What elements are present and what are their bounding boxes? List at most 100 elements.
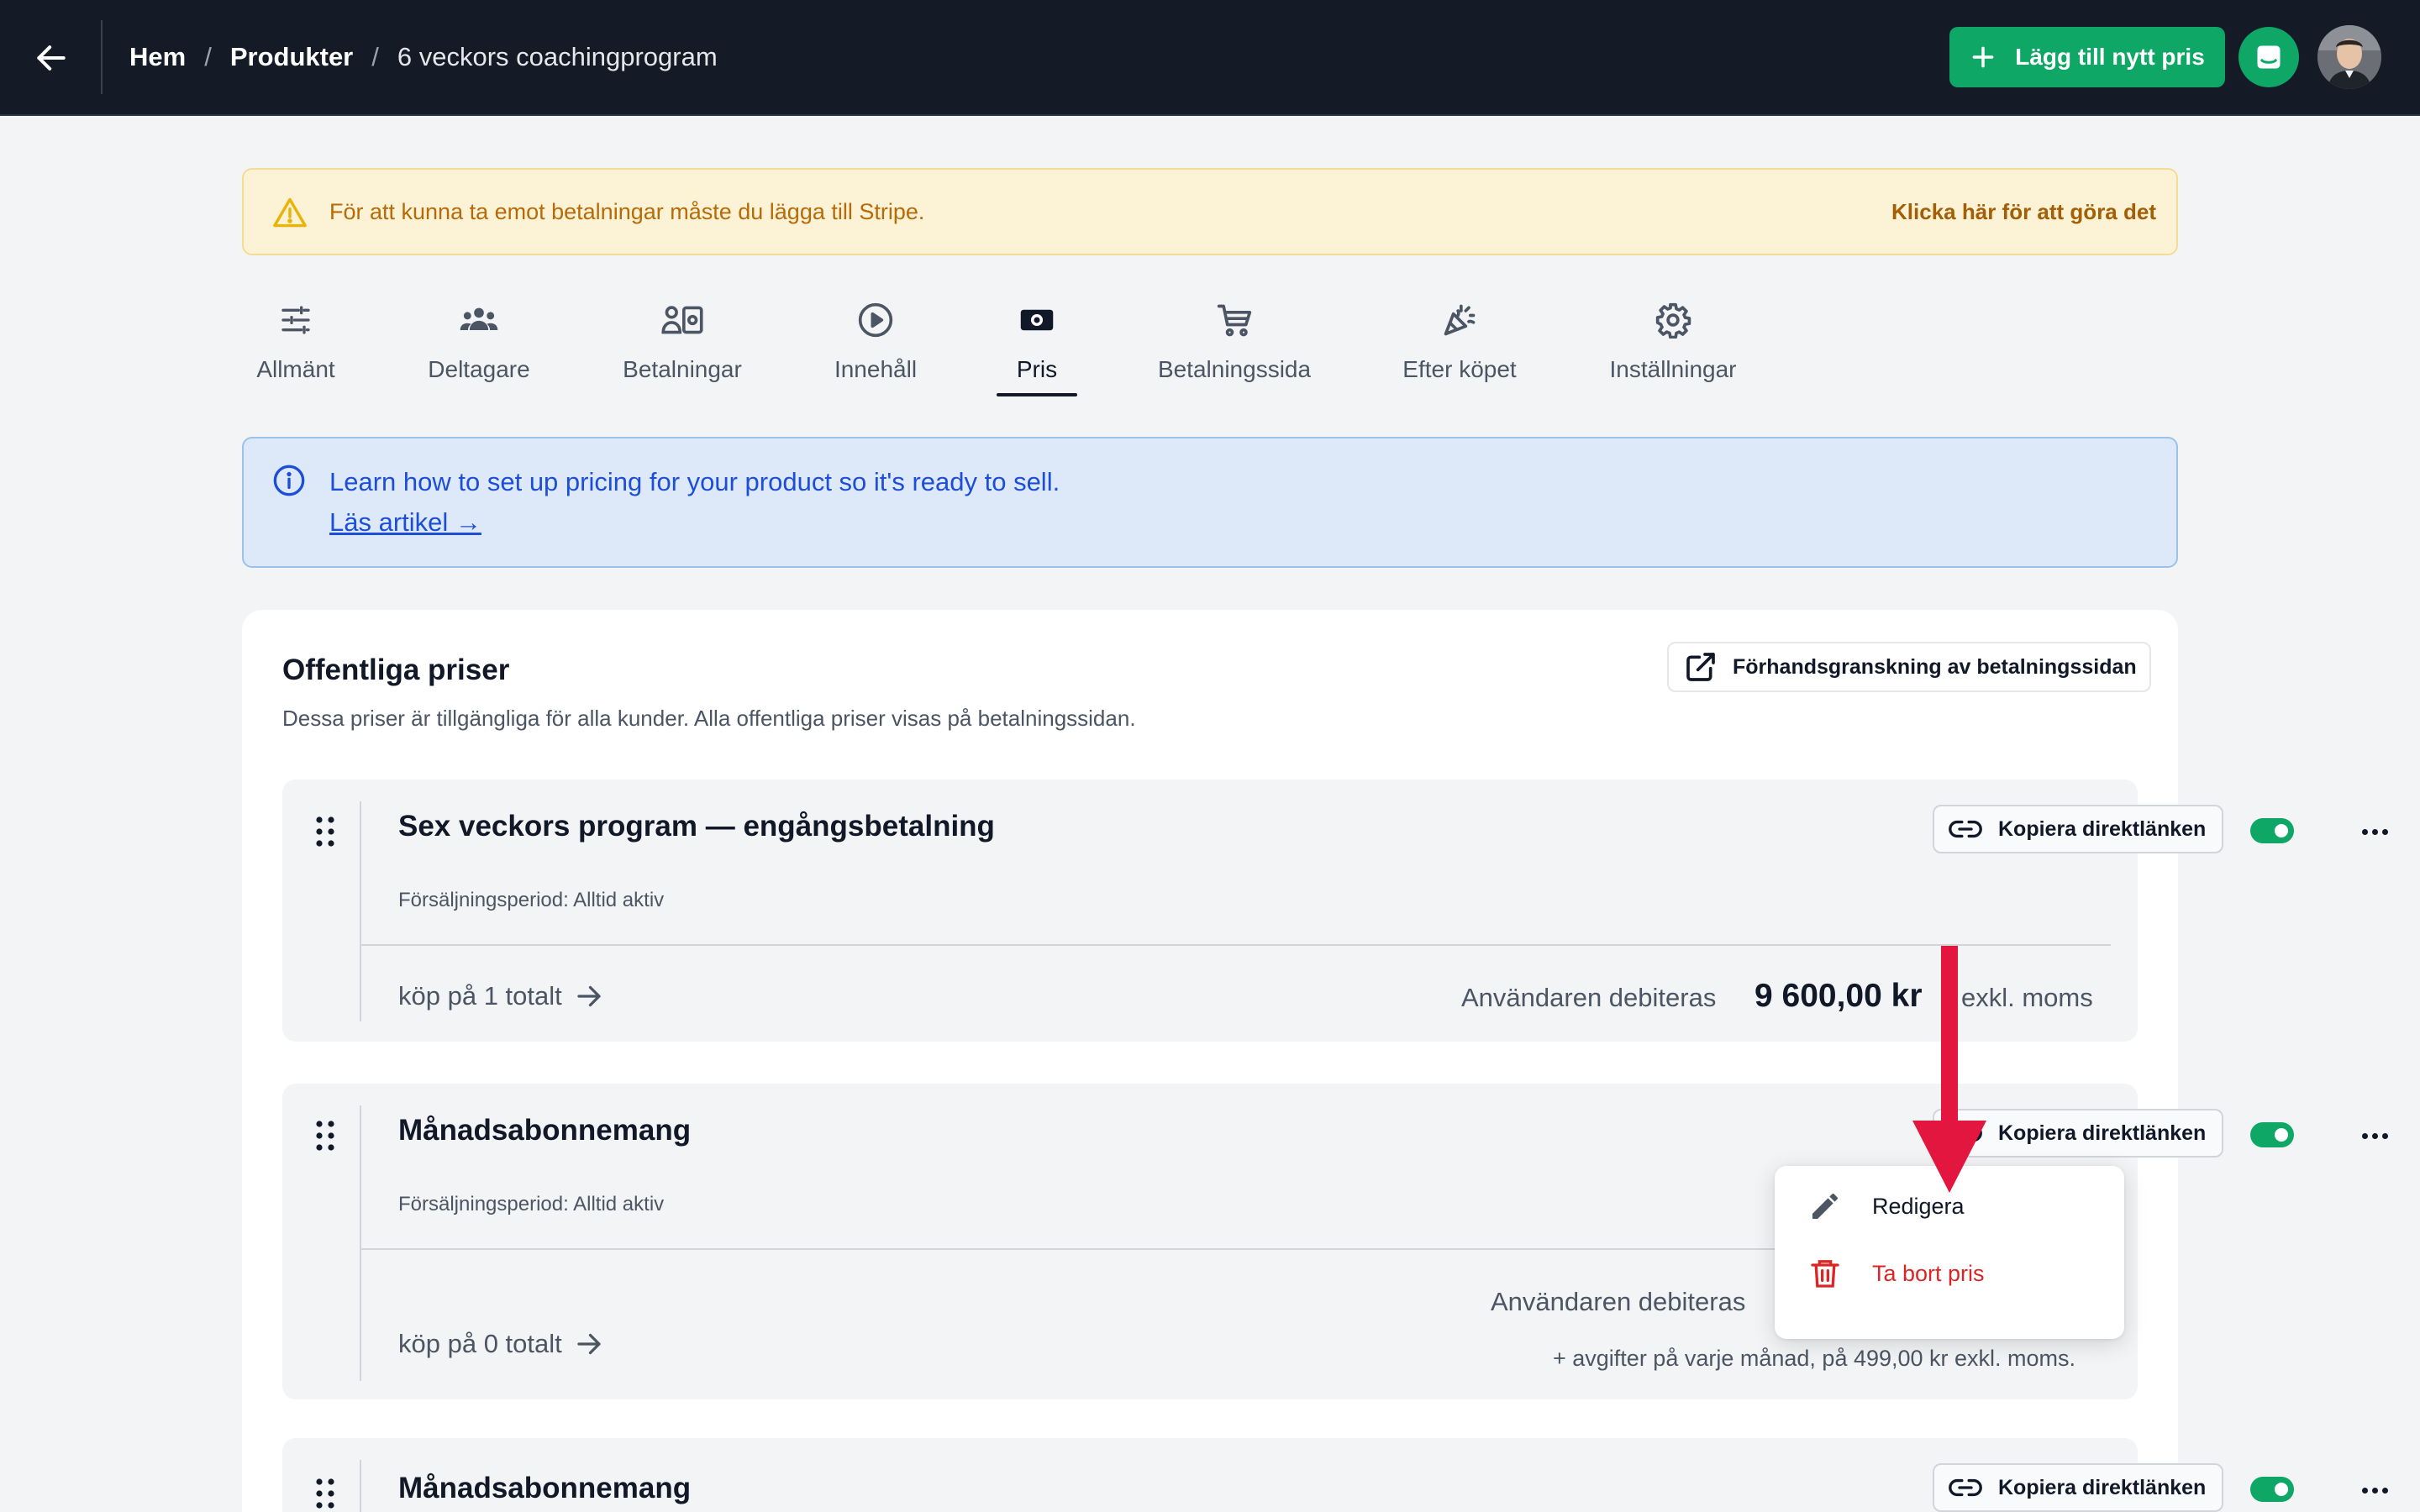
row-divider-horizontal	[360, 944, 2111, 946]
user-photo-icon	[2317, 25, 2381, 89]
play-circle-icon	[858, 302, 893, 338]
add-new-price-button[interactable]: Lägg till nytt pris	[1949, 27, 2225, 87]
delete-price-label: Ta bort pris	[1872, 1260, 1985, 1286]
copy-direct-link-button[interactable]: Kopiera direktlänken	[1933, 1109, 2223, 1158]
warning-message: För att kunna ta emot betalningar måste …	[329, 199, 925, 224]
recurring-fee-note: + avgifter på varje månad, på 499,00 kr …	[1553, 1346, 2076, 1371]
tab-after-purchase-label: Efter köpet	[1402, 356, 1517, 382]
active-tab-indicator	[997, 393, 1077, 396]
tab-participants[interactable]: Deltagare	[424, 299, 534, 396]
section-subtitle: Dessa priser är tillgängliga för alla ku…	[282, 706, 1136, 731]
preview-checkout-page-button[interactable]: Förhandsgranskning av betalningssidan	[1667, 642, 2151, 692]
drag-handle-icon[interactable]	[314, 1477, 336, 1510]
tab-price[interactable]: Pris	[998, 299, 1076, 396]
charge-label: Användaren debiteras	[1491, 1287, 1746, 1316]
breadcrumb-products[interactable]: Produkter	[230, 42, 353, 72]
row-divider-vertical	[360, 801, 361, 1021]
breadcrumb: Hem / Produkter / 6 veckors coachingprog…	[129, 0, 718, 114]
sales-period: Försäljningsperiod: Alltid aktiv	[398, 1193, 665, 1215]
price-name: Månadsabonnemang	[398, 1472, 692, 1504]
tab-general-label: Allmänt	[256, 356, 335, 382]
price-active-toggle[interactable]	[2250, 818, 2294, 843]
sales-period: Försäljningsperiod: Alltid aktiv	[398, 889, 665, 911]
breadcrumb-home[interactable]: Hem	[129, 42, 186, 72]
arrow-right-icon	[577, 985, 601, 1007]
copy-direct-link-label: Kopiera direktlänken	[1998, 1475, 2207, 1499]
drag-handle-icon[interactable]	[314, 1119, 336, 1152]
link-icon	[1949, 1478, 1982, 1497]
tab-participants-label: Deltagare	[428, 356, 530, 382]
tab-general[interactable]: Allmänt	[249, 299, 343, 396]
link-icon	[1949, 1124, 1982, 1142]
drag-handle-icon[interactable]	[314, 815, 336, 848]
purchases-total-link[interactable]: köp på 1 totalt	[398, 981, 604, 1011]
purchases-total-label: köp på 0 totalt	[398, 1329, 562, 1358]
add-stripe-link[interactable]: Klicka här för att göra det	[1891, 170, 2156, 254]
copy-direct-link-button[interactable]: Kopiera direktlänken	[1933, 1463, 2223, 1512]
tab-checkout-page[interactable]: Betalningssida	[1153, 299, 1316, 396]
more-options-button[interactable]	[2354, 1119, 2395, 1152]
edit-price-label: Redigera	[1872, 1193, 1965, 1219]
tab-price-label: Pris	[1016, 356, 1058, 382]
info-icon	[273, 465, 305, 496]
payments-icon	[661, 306, 703, 334]
warning-triangle-icon	[273, 197, 307, 228]
more-options-button[interactable]	[2354, 1473, 2395, 1507]
breadcrumb-separator: /	[371, 42, 379, 71]
read-article-link[interactable]: Läs artikel →	[329, 507, 481, 538]
price-active-toggle[interactable]	[2250, 1122, 2294, 1147]
gear-icon	[1655, 302, 1691, 339]
top-navigation-bar: Hem / Produkter / 6 veckors coachingprog…	[0, 0, 2420, 116]
pricing-info-banner: Learn how to set up pricing for your pro…	[242, 437, 2178, 568]
arrow-right-icon	[577, 1333, 601, 1355]
tab-content[interactable]: Innehåll	[829, 299, 923, 396]
price-name: Sex veckors program — engångsbetalning	[398, 810, 995, 843]
info-message: Learn how to set up pricing for your pro…	[329, 467, 1060, 496]
delete-price-menu-item[interactable]: Ta bort pris	[1808, 1248, 2094, 1299]
preview-checkout-page-label: Förhandsgranskning av betalningssidan	[1733, 654, 2137, 679]
price-row: Sex veckors program — engångsbetalning F…	[282, 780, 2388, 1042]
row-divider-vertical	[360, 1105, 361, 1381]
external-link-icon	[1686, 653, 1715, 681]
charge-label: Användaren debiteras	[1461, 983, 1717, 1012]
purchases-total-link[interactable]: köp på 0 totalt	[398, 1329, 604, 1359]
inbox-button[interactable]	[2238, 27, 2299, 87]
user-avatar[interactable]	[2317, 25, 2381, 89]
row-divider-vertical	[360, 1460, 361, 1512]
topbar-divider	[101, 20, 103, 94]
price-amount: 9 600,00 kr	[1754, 978, 1923, 1014]
inbox-icon	[2257, 45, 2281, 69]
copy-direct-link-button[interactable]: Kopiera direktlänken	[1933, 805, 2223, 853]
price-row: Månadsabonnemang Kopiera direktlänken	[282, 1438, 2388, 1512]
banknote-icon	[1020, 309, 1054, 331]
plus-icon	[1972, 46, 1994, 68]
copy-direct-link-label: Kopiera direktlänken	[1998, 816, 2207, 841]
purchases-total-label: köp på 1 totalt	[398, 981, 562, 1011]
section-title: Offentliga priser	[282, 654, 510, 686]
cart-icon	[1217, 304, 1252, 337]
party-popper-icon	[1444, 304, 1476, 336]
public-prices-card: Offentliga priser Dessa priser är tillgä…	[242, 610, 2388, 1512]
tab-settings[interactable]: Inställningar	[1603, 299, 1743, 396]
sliders-icon	[281, 306, 310, 334]
tab-after-purchase[interactable]: Efter köpet	[1398, 299, 1521, 396]
more-options-button[interactable]	[2354, 815, 2395, 848]
edit-price-menu-item[interactable]: Redigera	[1808, 1181, 2094, 1231]
tab-settings-label: Inställningar	[1609, 356, 1737, 382]
tax-suffix: exkl. moms	[1961, 983, 2093, 1012]
link-icon	[1949, 820, 1982, 838]
add-new-price-label: Lägg till nytt pris	[2015, 44, 2205, 70]
arrow-left-icon	[37, 45, 66, 71]
price-active-toggle[interactable]	[2250, 1477, 2294, 1502]
trash-icon	[1811, 1260, 1839, 1288]
tab-checkout-page-label: Betalningssida	[1157, 356, 1312, 382]
price-options-menu: Redigera Ta bort pris	[1775, 1166, 2124, 1339]
pencil-icon	[1812, 1194, 1838, 1219]
breadcrumb-current-product: 6 veckors coachingprogram	[397, 42, 718, 71]
stripe-warning-banner: För att kunna ta emot betalningar måste …	[242, 168, 2178, 255]
copy-direct-link-label: Kopiera direktlänken	[1998, 1121, 2207, 1145]
tab-payments[interactable]: Betalningar	[618, 299, 746, 396]
tab-content-label: Innehåll	[834, 356, 918, 382]
back-arrow-button[interactable]	[25, 32, 77, 84]
breadcrumb-separator: /	[204, 42, 212, 71]
